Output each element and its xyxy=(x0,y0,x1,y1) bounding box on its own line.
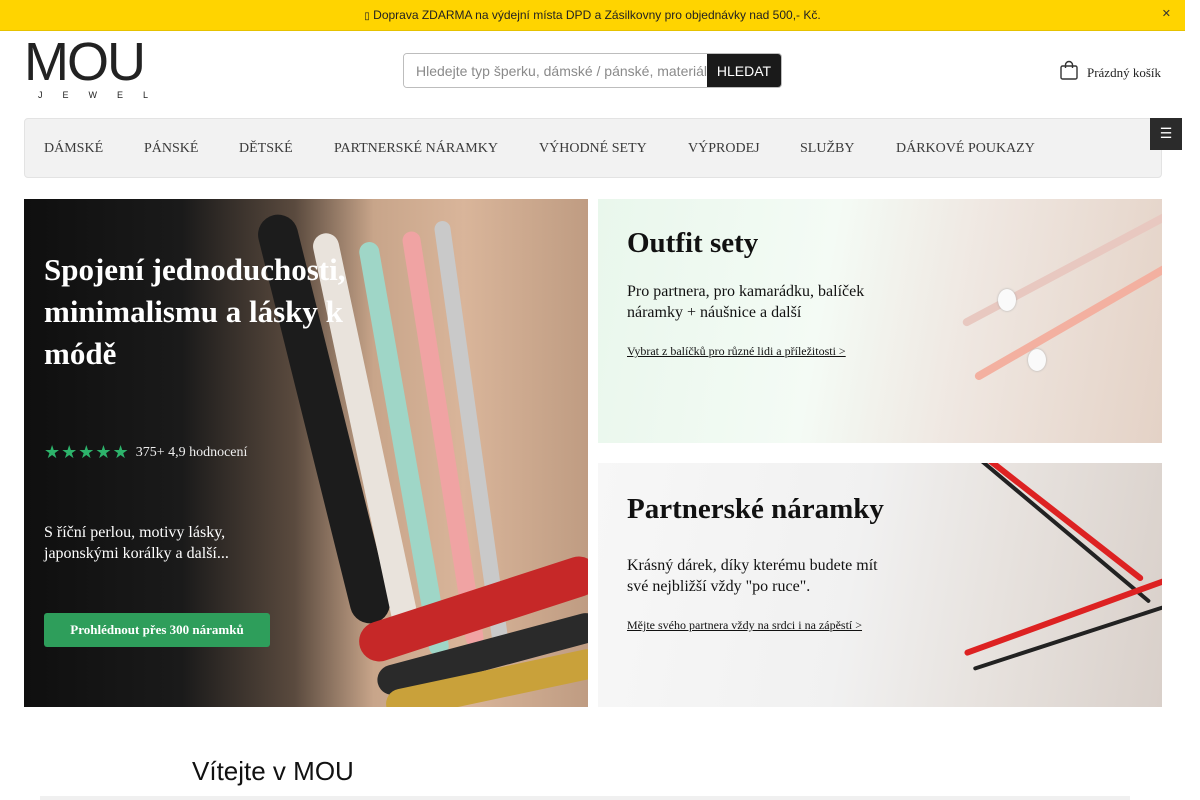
hero-description: S říční perlou, motivy lásky, japonskými… xyxy=(44,524,229,562)
pearl-image xyxy=(998,289,1016,311)
promo-text: Pro partnera, pro kamarádku, balíček nár… xyxy=(627,283,865,321)
announcement-text: Doprava ZDARMA na výdejní místa DPD a Zá… xyxy=(373,8,821,22)
promo-card-outfit-sets[interactable]: Outfit sety Pro partnera, pro kamarádku,… xyxy=(598,199,1162,443)
main-nav: DÁMSKÉ PÁNSKÉ DĚTSKÉ PARTNERSKÉ NÁRAMKY … xyxy=(24,118,1162,178)
pearl-image xyxy=(1028,349,1046,371)
close-icon[interactable]: ✕ xyxy=(1162,7,1171,20)
shopping-bag-icon xyxy=(1059,60,1079,85)
promo-title: Partnerské náramky xyxy=(627,493,884,525)
logo-subtitle: JEWEL xyxy=(38,90,169,100)
logo[interactable]: MOU JEWEL xyxy=(24,32,169,100)
divider xyxy=(40,796,1130,800)
bracelet-image xyxy=(951,463,1145,583)
hero-banner[interactable]: Spojení jednoduchosti, minimalismu a lás… xyxy=(24,199,588,707)
promo-title: Outfit sety xyxy=(627,227,759,259)
promo-link[interactable]: Mějte svého partnera vždy na srdci i na … xyxy=(627,618,862,633)
nav-item-partnerske-naramky[interactable]: PARTNERSKÉ NÁRAMKY xyxy=(334,141,498,157)
nav-item-vyhodne-sety[interactable]: VÝHODNÉ SETY xyxy=(539,141,647,157)
nav-item-vyprodej[interactable]: VÝPRODEJ xyxy=(688,141,760,157)
announcement-message: ▯ Doprava ZDARMA na výdejní místa DPD a … xyxy=(0,8,1185,22)
truck-icon: ▯ xyxy=(364,11,370,22)
nav-item-panske[interactable]: PÁNSKÉ xyxy=(144,141,198,157)
nav-item-sluzby[interactable]: SLUŽBY xyxy=(800,141,854,157)
promo-card-partner-bracelets[interactable]: Partnerské náramky Krásný dárek, díky kt… xyxy=(598,463,1162,707)
menu-toggle-icon[interactable]: ☰ xyxy=(1150,118,1182,150)
bracelet-image xyxy=(961,199,1162,328)
search-button[interactable]: HLEDAT xyxy=(707,54,781,87)
logo-word: MOU xyxy=(24,32,146,92)
browse-bracelets-button[interactable]: Prohlédnout přes 300 náramků xyxy=(44,613,270,647)
search-form: HLEDAT xyxy=(403,53,782,88)
welcome-heading: Vítejte v MOU xyxy=(192,756,354,786)
cart-label: Prázdný košík xyxy=(1086,64,1161,80)
promo-link[interactable]: Vybrat z balíčků pro různé lidi a přílež… xyxy=(627,344,846,359)
bracelet-image xyxy=(964,463,1152,604)
search-input[interactable] xyxy=(404,54,707,87)
nav-item-darkove-poukazy[interactable]: DÁRKOVÉ POUKAZY xyxy=(896,141,1035,157)
rating-text: 375+ 4,9 hodnocení xyxy=(135,444,248,460)
nav-item-damske[interactable]: DÁMSKÉ xyxy=(44,141,103,157)
bracelet-image xyxy=(972,599,1162,671)
promo-text: Krásný dárek, díky kterému budete mít sv… xyxy=(627,557,878,595)
announcement-bar: ▯ Doprava ZDARMA na výdejní místa DPD a … xyxy=(0,0,1185,31)
cart-button[interactable]: Prázdný košík xyxy=(1059,60,1161,85)
nav-item-detske[interactable]: DĚTSKÉ xyxy=(239,141,293,157)
star-icons: ★★★★★ xyxy=(44,442,130,463)
rating: ★★★★★ 375+ 4,9 hodnocení xyxy=(44,442,247,463)
hero-title: Spojení jednoduchosti, minimalismu a lás… xyxy=(44,252,346,371)
